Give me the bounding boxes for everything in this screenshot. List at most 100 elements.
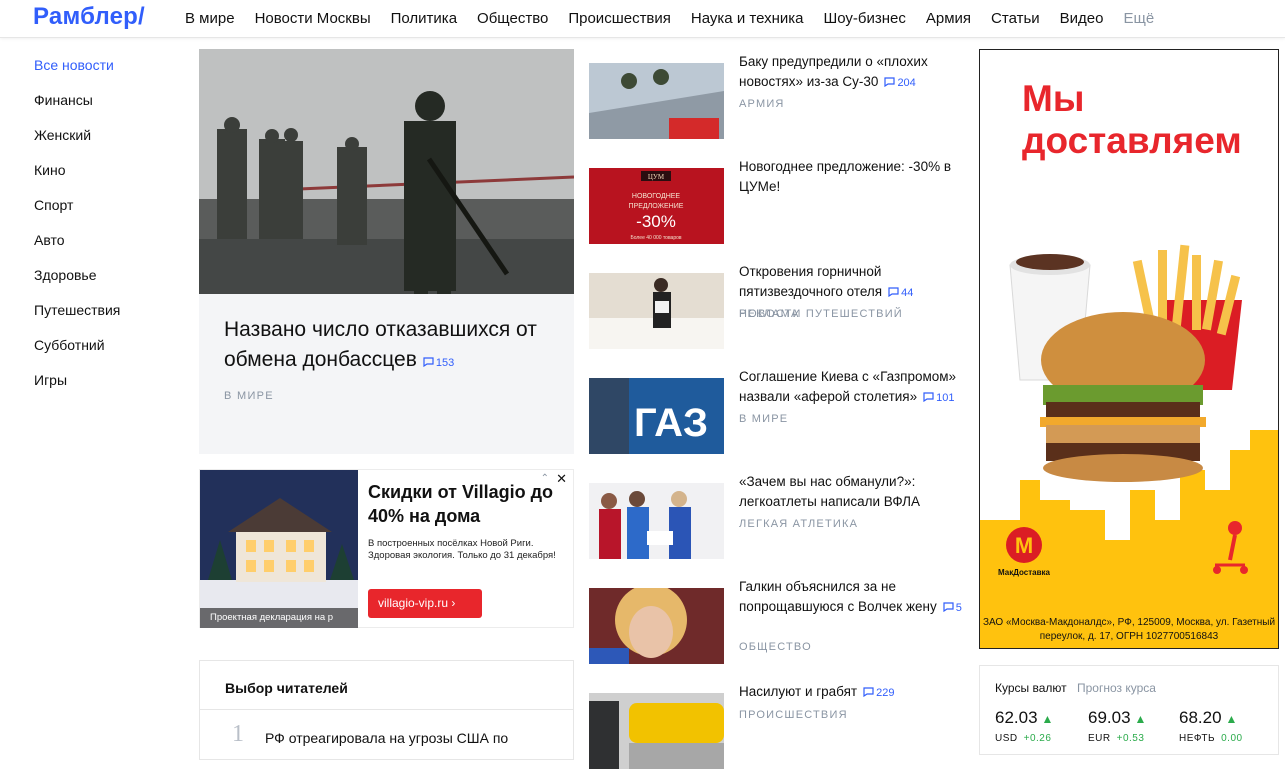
comment-count[interactable]: 101: [923, 392, 954, 404]
rate-delta: +0.26: [1023, 733, 1052, 744]
news-thumb[interactable]: [589, 273, 724, 349]
news-item[interactable]: ЦУМ НОВОГОДНЕЕ ПРЕДЛОЖЕНИЕ -30% Более 40…: [589, 154, 974, 320]
news-item[interactable]: Галкин объяснился за не попрощавшуюся с …: [589, 574, 974, 664]
news-category[interactable]: ОБЩЕСТВО: [739, 641, 812, 653]
featured-photo[interactable]: [199, 49, 574, 294]
jet-cockpit-photo: [589, 63, 724, 139]
nav-item-video[interactable]: Видео: [1060, 10, 1104, 27]
comment-count[interactable]: 204: [884, 76, 916, 89]
news-item[interactable]: ГАЗ Соглашение Киева с «Газпромом» назва…: [589, 364, 974, 454]
news-title[interactable]: Соглашение Киева с «Газпромом» назвали «…: [739, 367, 969, 408]
news-title-text[interactable]: Галкин объяснился за не попрощавшуюся с …: [739, 579, 937, 614]
athletes-photo: [589, 483, 724, 559]
nav-item-science[interactable]: Наука и техника: [691, 10, 804, 27]
news-title-text[interactable]: Откровения горничной пятизвездочного оте…: [739, 264, 882, 299]
rate-value: 69.03: [1088, 708, 1131, 727]
news-thumb[interactable]: ЦУМ НОВОГОДНЕЕ ПРЕДЛОЖЕНИЕ -30% Более 40…: [589, 168, 724, 244]
news-title[interactable]: «Зачем вы нас обманули?»: легкоатлеты на…: [739, 472, 969, 511]
comment-count[interactable]: 44: [888, 287, 913, 299]
nav-item-world[interactable]: В мире: [185, 10, 235, 27]
tab-rate-forecast[interactable]: Прогноз курса: [1077, 681, 1156, 695]
rate-usd[interactable]: 62.03 ▲ USD +0.26: [995, 708, 1085, 744]
news-title[interactable]: Насилуют и грабят 229: [739, 682, 969, 704]
comment-count[interactable]: 5: [943, 602, 962, 614]
featured-title[interactable]: Названо число отказавшихся от обмена дон…: [224, 315, 554, 378]
sidebar-item-auto[interactable]: Авто: [34, 232, 184, 267]
mcdonalds-ad[interactable]: M Мы доставляем МакДоставка ЗАО «Москва-…: [979, 49, 1279, 649]
comment-count-value: 204: [897, 76, 916, 89]
news-thumb[interactable]: [589, 63, 724, 139]
nav-item-showbiz[interactable]: Шоу-бизнес: [823, 10, 905, 27]
comment-count-value: 101: [936, 391, 955, 404]
comment-count[interactable]: 153: [423, 357, 454, 369]
villagio-ad-title[interactable]: Скидки от Villagio до 40% на дома: [368, 480, 558, 528]
news-category[interactable]: В МИРЕ: [739, 413, 788, 425]
tsum-footer: Более 40 000 товаров: [630, 235, 681, 241]
news-category[interactable]: ПРОИСШЕСТВИЯ: [739, 709, 848, 721]
sidebar-item-cinema[interactable]: Кино: [34, 162, 184, 197]
nav-item-more[interactable]: Ещё: [1124, 10, 1155, 27]
sidebar: Все новости Финансы Женский Кино Спорт А…: [34, 57, 184, 407]
news-item[interactable]: Баку предупредили о «плохих новостях» из…: [589, 49, 974, 139]
sidebar-item-travel[interactable]: Путешествия: [34, 302, 184, 337]
featured-title-text[interactable]: Названо число отказавшихся от обмена дон…: [224, 318, 537, 371]
readers-choice: Выбор читателей 1 РФ отреагировала на уг…: [199, 660, 574, 760]
featured-category[interactable]: В МИРЕ: [224, 390, 274, 402]
news-title[interactable]: Новогоднее предложение: -30% в ЦУМе!: [739, 157, 969, 196]
news-title[interactable]: Откровения горничной пятизвездочного оте…: [739, 262, 969, 303]
featured-article[interactable]: Названо число отказавшихся от обмена дон…: [199, 49, 574, 454]
news-thumb[interactable]: [589, 483, 724, 559]
nav-item-incidents[interactable]: Происшествия: [568, 10, 671, 27]
villagio-ad-button-label: villagio-vip.ru: [378, 596, 449, 610]
nav-item-society[interactable]: Общество: [477, 10, 548, 27]
comment-count[interactable]: 229: [863, 687, 894, 699]
news-title[interactable]: Баку предупредили о «плохих новостях» из…: [739, 52, 969, 93]
sidebar-item-finance[interactable]: Финансы: [34, 92, 184, 127]
sidebar-item-saturday[interactable]: Субботний: [34, 337, 184, 372]
sidebar-item-women[interactable]: Женский: [34, 127, 184, 162]
headline-line-2: доставляем: [1022, 120, 1242, 161]
rate-oil[interactable]: 68.20 ▲ НЕФТЬ 0.00: [1179, 708, 1269, 744]
news-title[interactable]: Галкин объяснился за не попрощавшуюся с …: [739, 577, 969, 618]
news-thumb[interactable]: [589, 693, 724, 769]
nav-item-articles[interactable]: Статьи: [991, 10, 1040, 27]
news-item[interactable]: Насилуют и грабят 229 ПРОИСШЕСТВИЯ: [589, 679, 974, 769]
sidebar-item-all-news[interactable]: Все новости: [34, 57, 184, 92]
sidebar-item-sport[interactable]: Спорт: [34, 197, 184, 232]
tab-currency-rates[interactable]: Курсы валют: [995, 681, 1067, 695]
soldiers-photo: [199, 49, 574, 294]
nav-item-politics[interactable]: Политика: [391, 10, 457, 27]
nav-item-army[interactable]: Армия: [926, 10, 971, 27]
nav-item-moscow[interactable]: Новости Москвы: [255, 10, 371, 27]
villagio-ad-text: В построенных посёлках Новой Риги. Здоро…: [368, 538, 556, 561]
readers-rank: 1: [232, 721, 244, 747]
rambler-logo[interactable]: Рамблер/: [33, 3, 145, 31]
rate-eur[interactable]: 69.03 ▲ EUR +0.53: [1088, 708, 1178, 744]
news-item[interactable]: Откровения горничной пятизвездочного оте…: [589, 259, 974, 349]
villagio-ad[interactable]: Проектная декларация на p ⌃ ✕ Скидки от …: [199, 469, 574, 628]
comment-count-value: 5: [955, 601, 962, 614]
mcdonalds-ad-headline[interactable]: Мы доставляем: [1022, 78, 1278, 162]
news-item[interactable]: «Зачем вы нас обманули?»: легкоатлеты на…: [589, 469, 974, 559]
sidebar-item-health[interactable]: Здоровье: [34, 267, 184, 302]
mcdonalds-brand: МакДоставка: [998, 568, 1050, 577]
news-category[interactable]: ЛЕГКАЯ АТЛЕТИКА: [739, 518, 858, 530]
comment-icon: [923, 391, 934, 402]
comment-icon: [943, 601, 954, 612]
villagio-ad-button[interactable]: villagio-vip.ru ›: [368, 589, 482, 618]
comment-icon: [888, 286, 899, 297]
comment-icon: [884, 76, 896, 87]
news-thumb[interactable]: ГАЗ: [589, 378, 724, 454]
readers-item[interactable]: РФ отреагировала на угрозы США по: [265, 730, 508, 746]
news-title-text[interactable]: Насилуют и грабят: [739, 684, 857, 699]
comment-count-value: 44: [901, 286, 914, 299]
rate-delta: +0.53: [1116, 733, 1145, 744]
chevron-right-icon: ›: [451, 596, 456, 610]
sidebar-item-games[interactable]: Игры: [34, 372, 184, 407]
news-category[interactable]: НОВОСТИ ПУТЕШЕСТВИЙ: [739, 308, 903, 320]
news-category[interactable]: АРМИЯ: [739, 98, 785, 110]
headline-line-1: Мы: [1022, 78, 1085, 119]
villagio-ad-image[interactable]: Проектная декларация на p: [200, 470, 358, 628]
news-thumb[interactable]: [589, 588, 724, 664]
winter-house-image: [200, 470, 358, 628]
